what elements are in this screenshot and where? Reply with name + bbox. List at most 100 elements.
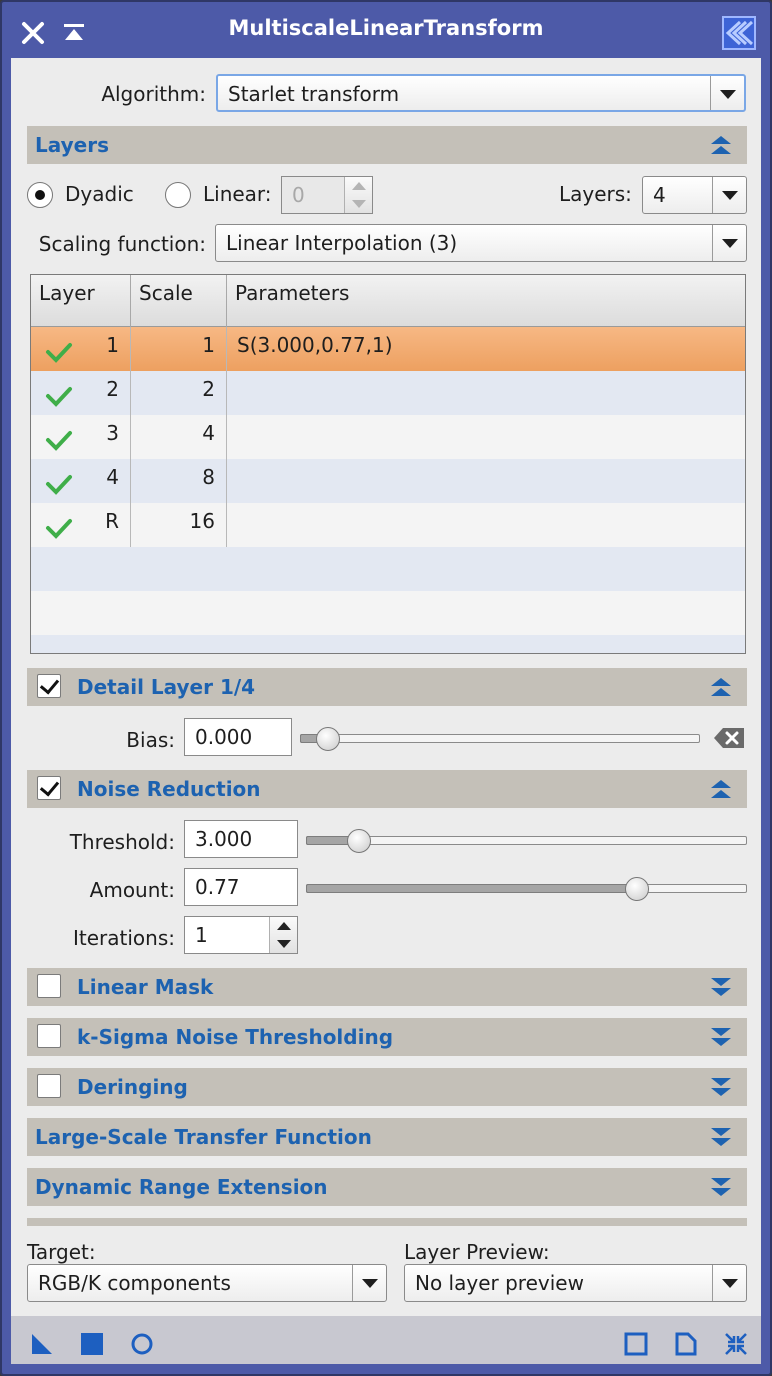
detail-layer-section-header[interactable]: Detail Layer 1/4 [27,668,747,706]
noise-reduction-title: Noise Reduction [77,777,261,801]
column-divider [226,327,227,547]
reset-icon[interactable] [713,727,745,749]
linear-value: 0 [292,183,305,207]
noise-reduction-checkbox[interactable] [37,776,61,800]
chevron-down-icon[interactable] [712,1265,746,1301]
header-parameters[interactable]: Parameters [227,275,745,327]
threshold-slider[interactable] [306,826,747,854]
table-row[interactable]: 3 4 [31,415,745,459]
browse-docs-icon[interactable] [624,1332,648,1356]
k-sigma-checkbox[interactable] [37,1024,61,1048]
spin-arrows-icon[interactable] [344,177,372,213]
chevron-down-icon[interactable] [710,76,744,110]
slider-track [306,836,747,845]
layers-count-value: 4 [653,183,666,207]
expand-chevron-icon[interactable] [709,1026,733,1048]
checkmark-icon[interactable] [45,517,73,539]
layers-section-title: Layers [35,133,109,157]
checkmark-icon[interactable] [45,429,73,451]
linear-mask-checkbox[interactable] [37,974,61,998]
pixinsight-icon[interactable] [722,16,756,50]
cell-layer: 4 [106,465,119,489]
layers-table[interactable]: Layer Scale Parameters 1 1 S(3.000,0.77,… [30,274,746,654]
layer-preview-combo[interactable]: No layer preview [404,1264,747,1302]
expand-chevron-icon[interactable] [709,976,733,998]
spin-arrows-icon[interactable] [269,917,297,953]
target-value: RGB/K components [38,1271,231,1295]
table-row[interactable]: 4 8 [31,459,745,503]
dynamic-range-title: Dynamic Range Extension [35,1175,328,1199]
cell-layer: 3 [106,421,119,445]
apply-global-icon[interactable] [80,1332,104,1356]
new-instance-icon[interactable] [30,1332,54,1356]
checkmark-icon[interactable] [45,385,73,407]
header-scale[interactable]: Scale [131,275,227,327]
chevron-down-icon[interactable] [712,225,746,261]
layer-preview-label: Layer Preview: [404,1240,550,1264]
reset-instance-icon[interactable] [674,1332,698,1356]
k-sigma-section-header[interactable]: k-Sigma Noise Thresholding [27,1018,747,1056]
iterations-value: 1 [195,923,208,947]
slider-knob[interactable] [347,829,371,853]
cell-layer: R [105,509,119,533]
cell-layer: 1 [106,333,119,357]
bias-input[interactable]: 0.000 [184,718,292,756]
chevron-down-icon[interactable] [352,1265,386,1301]
chevron-down-icon[interactable] [712,177,746,213]
table-row[interactable]: R 16 [31,503,745,547]
large-scale-section-header[interactable]: Large-Scale Transfer Function [27,1118,747,1156]
scaling-function-combo[interactable]: Linear Interpolation (3) [215,224,747,262]
expand-chevron-icon[interactable] [709,1126,733,1148]
table-row[interactable]: 2 2 [31,371,745,415]
cell-scale: 4 [202,421,215,445]
amount-slider[interactable] [306,874,747,902]
algorithm-combo[interactable]: Starlet transform [216,74,746,112]
title-bar[interactable]: MultiscaleLinearTransform [2,2,770,60]
threshold-value: 3.000 [195,827,253,851]
layers-section-header[interactable]: Layers [27,126,747,164]
layer-preview-value: No layer preview [415,1271,584,1295]
deringing-checkbox[interactable] [37,1074,61,1098]
linear-radio[interactable] [165,182,191,208]
bias-label: Bias: [126,728,175,752]
collapse-chevron-icon[interactable] [709,778,733,800]
column-divider [130,327,131,547]
cell-scale: 1 [202,333,215,357]
amount-input[interactable]: 0.77 [184,868,298,906]
threshold-input[interactable]: 3.000 [184,820,298,858]
layers-count-label: Layers: [559,182,632,206]
iterations-spinbox[interactable]: 1 [184,916,298,954]
detail-layer-checkbox[interactable] [37,674,61,698]
noise-reduction-section-header[interactable]: Noise Reduction [27,770,747,808]
linear-label: Linear: [203,182,272,206]
algorithm-value: Starlet transform [228,82,400,106]
slider-knob[interactable] [316,727,340,751]
bias-slider[interactable] [300,724,700,752]
collapse-chevron-icon[interactable] [709,676,733,698]
dyadic-radio[interactable] [27,182,53,208]
target-combo[interactable]: RGB/K components [27,1264,387,1302]
layers-count-combo[interactable]: 4 [642,176,747,214]
checkmark-icon[interactable] [45,473,73,495]
linear-mask-section-header[interactable]: Linear Mask [27,968,747,1006]
slider-knob[interactable] [625,877,649,901]
real-time-preview-icon[interactable] [130,1332,154,1356]
cell-layer: 2 [106,377,119,401]
expand-chevron-icon[interactable] [709,1076,733,1098]
table-row[interactable]: 1 1 S(3.000,0.77,1) [31,327,745,371]
linear-spinbox[interactable]: 0 [281,176,373,214]
checkmark-icon[interactable] [45,341,73,363]
expand-chevron-icon[interactable] [709,1176,733,1198]
dynamic-range-section-header[interactable]: Dynamic Range Extension [27,1168,747,1206]
cell-scale: 8 [202,465,215,489]
preferences-icon[interactable] [724,1332,748,1356]
amount-value: 0.77 [195,875,240,899]
collapse-chevron-icon[interactable] [709,134,733,156]
iterations-label: Iterations: [73,926,175,950]
target-label: Target: [27,1240,96,1264]
header-layer[interactable]: Layer [31,275,131,327]
deringing-section-header[interactable]: Deringing [27,1068,747,1106]
bottom-toolbar [11,1316,761,1364]
threshold-label: Threshold: [69,830,175,854]
cell-scale: 2 [202,377,215,401]
